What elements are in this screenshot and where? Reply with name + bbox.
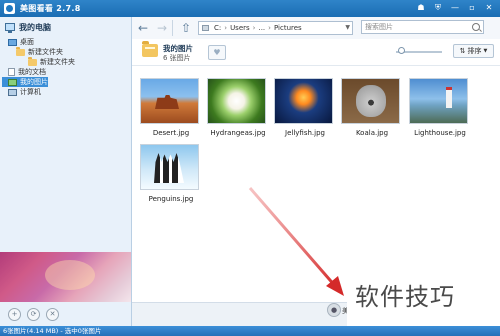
image-count: 6 张图片 <box>163 54 191 62</box>
image-tile-koala[interactable]: Koala.jpg <box>338 74 400 140</box>
document-icon <box>8 68 15 76</box>
chevron-down-icon: ▼ <box>483 48 488 54</box>
sidebar-item-label: 新建文件夹 <box>40 58 75 66</box>
image-grid: Desert.jpg Hydrangeas.jpg Jellyfish.jpg … <box>132 66 500 296</box>
image-tile-hydrangeas[interactable]: Hydrangeas.jpg <box>204 74 266 140</box>
back-arrow-icon[interactable]: ← <box>135 20 151 36</box>
image-filename: Hydrangeas.jpg <box>210 129 266 137</box>
sidebar-item-label: 计算机 <box>20 88 41 96</box>
sidebar-item-label: 新建文件夹 <box>28 48 63 56</box>
image-filename: Jellyfish.jpg <box>285 129 325 137</box>
skin-icon[interactable]: ☗ <box>414 2 428 14</box>
breadcrumb-pictures[interactable]: Pictures <box>272 24 304 32</box>
sidebar-item-my-pictures[interactable]: 我的图片 <box>2 77 48 87</box>
sidebar-item-label: 我的图片 <box>20 78 48 86</box>
zoom-slider-handle[interactable] <box>398 47 405 54</box>
watermark-text: 软件技巧 <box>355 283 455 311</box>
sidebar-item-label: 桌面 <box>20 38 34 46</box>
address-bar[interactable]: C: › Users › ... › Pictures ▼ <box>198 21 353 35</box>
sidebar-item-computer[interactable]: 计算机 <box>2 87 129 97</box>
folder-header: 我的图片 6 张图片 ♥ ⇅ 排序 ▼ <box>132 39 500 66</box>
thumbnail-lighthouse[interactable] <box>409 78 468 124</box>
favorite-heart-button[interactable]: ♥ <box>208 45 226 60</box>
image-tile-lighthouse[interactable]: Lighthouse.jpg <box>406 74 468 140</box>
thumbnail-desert[interactable] <box>140 78 199 124</box>
image-tile-desert[interactable]: Desert.jpg <box>137 74 199 140</box>
search-placeholder: 搜索图片 <box>365 23 393 31</box>
tree-root-label: 我的电脑 <box>19 22 51 32</box>
maximize-icon[interactable]: ▫ <box>465 2 479 14</box>
thumbnail-penguins[interactable] <box>140 144 199 190</box>
status-text: 6张图片(4.14 MB) - 选中0张图片 <box>3 327 102 335</box>
watermark-box: 软件技巧 <box>347 263 500 326</box>
heart-icon: ♥ <box>213 48 221 57</box>
image-filename: Penguins.jpg <box>148 195 194 203</box>
title-bar[interactable]: 美图看看 2.7.8 ☗ ⛨ — ▫ ✕ <box>0 0 500 17</box>
desktop-icon <box>8 38 17 46</box>
thumbnail-jellyfish[interactable] <box>274 78 333 124</box>
refresh-icon[interactable]: ⟳ <box>27 307 40 321</box>
preview-thumbnail <box>0 252 131 302</box>
pictures-icon <box>8 78 17 86</box>
sidebar-item-label: 我的文档 <box>18 68 46 76</box>
chevron-down-icon[interactable]: ▼ <box>345 24 350 31</box>
sidebar-item-desktop[interactable]: 桌面 <box>2 37 129 47</box>
sort-label: 排序 <box>467 47 482 55</box>
image-tile-jellyfish[interactable]: Jellyfish.jpg <box>271 74 333 140</box>
image-filename: Koala.jpg <box>355 129 389 137</box>
sidebar-item-new-folder-1[interactable]: 新建文件夹 <box>2 46 129 57</box>
folder-icon <box>28 56 37 66</box>
computer-icon <box>8 88 17 96</box>
preview-controls: + ⟳ ✕ <box>0 302 131 326</box>
up-folder-icon[interactable]: ⇧ <box>178 20 194 36</box>
thumbnail-hydrangeas[interactable] <box>207 78 266 124</box>
app-window: 美图看看 2.7.8 ☗ ⛨ — ▫ ✕ 我的电脑 桌面 新建文件夹 新建文件夹 <box>0 0 500 336</box>
computer-icon <box>5 23 15 33</box>
sidebar-item-new-folder-2[interactable]: 新建文件夹 <box>2 56 129 67</box>
sort-icon: ⇅ <box>459 47 466 55</box>
toolbar-divider <box>172 20 173 36</box>
search-input[interactable]: 搜索图片 <box>361 20 484 34</box>
shield-icon[interactable]: ⛨ <box>431 2 445 14</box>
app-logo-icon <box>4 3 15 14</box>
search-icon[interactable] <box>472 23 480 31</box>
status-bar: 6张图片(4.14 MB) - 选中0张图片 <box>0 326 500 336</box>
forward-arrow-icon[interactable]: → <box>154 20 170 36</box>
close-icon[interactable]: ✕ <box>482 2 496 14</box>
image-filename: Desert.jpg <box>152 129 190 137</box>
sort-button[interactable]: ⇅ 排序 ▼ <box>453 44 494 58</box>
breadcrumb-drive[interactable]: C: <box>212 24 223 32</box>
breadcrumb-users[interactable]: Users <box>228 24 252 32</box>
tree-root-my-computer[interactable]: 我的电脑 <box>0 17 131 37</box>
drive-icon <box>202 25 209 31</box>
add-icon[interactable]: + <box>8 307 21 321</box>
remove-icon[interactable]: ✕ <box>46 307 59 321</box>
window-title: 美图看看 2.7.8 <box>20 4 81 13</box>
minimize-icon[interactable]: — <box>448 2 462 14</box>
folder-icon <box>16 46 25 56</box>
navigation-toolbar: ← → ⇧ C: › Users › ... › Pictures ▼ 搜索图片 <box>132 17 500 40</box>
folder-icon <box>142 41 158 57</box>
sidebar-item-my-documents[interactable]: 我的文档 <box>2 67 129 77</box>
window-controls: ☗ ⛨ — ▫ ✕ <box>414 2 496 14</box>
image-tile-penguins[interactable]: Penguins.jpg <box>137 140 199 206</box>
thumbnail-koala[interactable] <box>341 78 400 124</box>
image-filename: Lighthouse.jpg <box>414 129 466 137</box>
meitu-logo-icon[interactable]: ● <box>327 303 341 317</box>
breadcrumb-ellipsis[interactable]: ... <box>256 24 267 32</box>
